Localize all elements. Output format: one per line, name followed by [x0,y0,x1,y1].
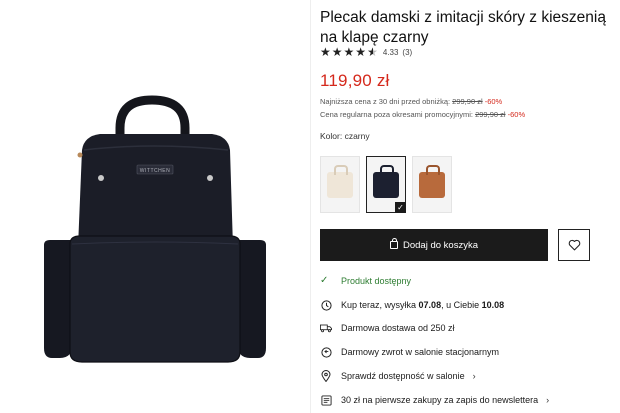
product-rating[interactable]: ★ ★ ★ ★ ★ 4.33 (3) [320,45,412,59]
regular-price-value: 299,90 zł [475,110,506,119]
newsletter-label: 30 zł na pierwsze zakupy za zapis do new… [341,395,539,405]
delivery-date: 10.08 [481,300,505,310]
free-return-info: Darmowy zwrot w salonie stacjonarnym [320,346,499,358]
availability-label: Produkt dostępny [341,275,412,286]
shopping-bag-icon [390,238,398,249]
heart-icon [568,239,580,251]
beige-backpack-thumbnail [327,164,353,198]
product-image[interactable]: WITTCHEN [0,0,310,413]
return-icon [320,346,332,358]
regular-price-discount: -60% [507,110,526,119]
product-title: Plecak damski z imitacji skóry z kieszen… [320,9,606,46]
map-pin-icon [320,370,332,382]
star-icon: ★ [331,45,343,59]
lowest-price-info: Najniższa cena z 30 dni przed obniżką: 2… [320,97,502,106]
free-return-label: Darmowy zwrot w salonie stacjonarnym [341,347,500,357]
half-star-icon: ★ [367,45,378,59]
add-to-cart-button[interactable]: Dodaj do koszyka [320,229,548,261]
rating-count[interactable]: (3) [402,48,412,57]
free-delivery-info: Darmowa dostawa od 250 zł [320,322,455,334]
brown-backpack-thumbnail [419,164,445,198]
rating-stars: ★ ★ ★ ★ ★ [320,46,378,58]
shipping-info: Kup teraz, wysyłka 07.08, u Ciebie 10.08 [320,299,504,311]
product-info-panel: Plecak damski z imitacji skóry z kieszen… [320,0,615,413]
chevron-right-icon: › [472,371,476,381]
check-store-link[interactable]: Sprawdź dostępność w salonie › [320,370,476,382]
newsletter-link[interactable]: 30 zł na pierwsze zakupy za zapis do new… [320,394,549,406]
star-icon: ★ [355,45,367,59]
check-store-label: Sprawdź dostępność w salonie [341,371,465,381]
clock-icon [320,299,332,311]
truck-icon [320,322,332,334]
selected-check-icon: ✓ [395,202,406,213]
current-price: 119,90 zł [320,71,390,90]
availability-status: ✓ Produkt dostępny [320,275,411,286]
regular-price-info: Cena regularna poza okresami promocyjnym… [320,110,525,119]
shipping-prefix: Kup teraz, wysyłka [341,300,417,310]
color-swatches: ✓ [320,156,452,213]
color-swatch-beige[interactable] [320,156,360,213]
shipping-date: 07.08 [418,300,442,310]
lowest-price-value: 299,90 zł [452,97,483,106]
backpack-image: WITTCHEN [44,95,266,363]
lowest-price-discount: -60% [484,97,503,106]
regular-price-label: Cena regularna poza okresami promocyjnym… [320,110,473,119]
chevron-right-icon: › [546,395,550,405]
brand-logo: WITTCHEN [140,168,170,174]
wishlist-button[interactable] [558,229,590,261]
check-icon: ✓ [320,275,329,286]
color-swatch-brown[interactable] [412,156,452,213]
color-swatch-black[interactable]: ✓ [366,156,406,213]
newsletter-icon [320,394,332,406]
color-label: Kolor: czarny [320,131,370,141]
gallery-divider [310,0,311,413]
free-delivery-label: Darmowa dostawa od 250 zł [341,323,455,333]
add-to-cart-label: Dodaj do koszyka [403,239,478,251]
lowest-price-label: Najniższa cena z 30 dni przed obniżką: [320,97,451,106]
star-icon: ★ [320,45,331,59]
shipping-mid: , u Ciebie [441,300,480,310]
rating-value: 4.33 [382,47,399,57]
star-icon: ★ [343,45,355,59]
black-backpack-thumbnail [373,164,399,198]
